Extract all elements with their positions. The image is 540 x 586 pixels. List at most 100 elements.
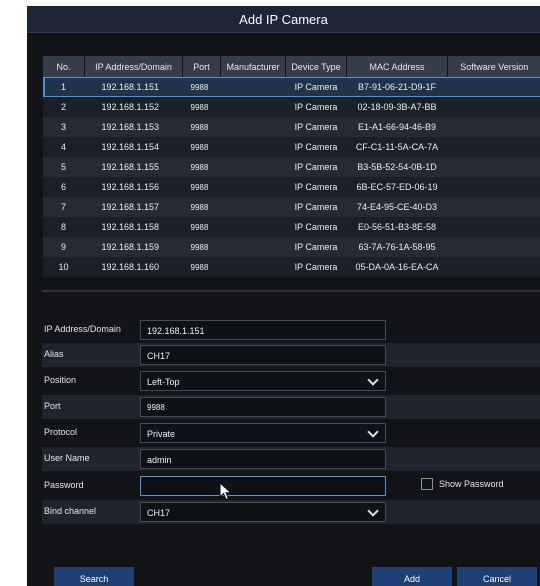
cell-manufacturer [220, 137, 286, 157]
show-password-label[interactable]: Show Password [439, 479, 504, 489]
cell-mac: 02-18-09-3B-A7-BB [346, 97, 448, 117]
chevron-down-icon [367, 374, 379, 386]
protocol-value: Private [147, 429, 176, 439]
cell-mac: E1-A1-66-94-46-B9 [346, 117, 448, 137]
cell-port: 9988 [182, 257, 221, 277]
cell-no: 3 [42, 117, 85, 137]
cell-manufacturer [220, 117, 286, 137]
password-label: Password [44, 480, 84, 490]
protocol-label: Protocol [44, 427, 78, 437]
cell-mac: 74-E4-95-CE-40-D3 [346, 197, 448, 217]
table-header-row: No. IP Address/Domain Port Manufacturer … [42, 56, 540, 77]
alias-row: Alias CH17 [42, 343, 540, 367]
cancel-button[interactable]: Cancel [457, 567, 537, 586]
cell-ip: 192.168.1.157 [84, 197, 183, 217]
col-header-port[interactable]: Port [182, 56, 221, 77]
cell-no: 9 [42, 237, 85, 257]
chevron-down-icon [367, 505, 379, 517]
cell-device-type: IP Camera [285, 217, 347, 237]
username-value: admin [147, 455, 172, 465]
col-header-ip[interactable]: IP Address/Domain [84, 56, 183, 77]
port-row: Port 9988 [42, 395, 540, 419]
camera-table: No. IP Address/Domain Port Manufacturer … [42, 56, 540, 277]
username-field[interactable]: admin [140, 449, 386, 469]
position-value: Left-Top [147, 377, 180, 387]
cell-software-version [447, 237, 540, 257]
mouse-cursor-icon [219, 482, 233, 501]
cell-software-version [447, 97, 540, 117]
ip-address-label: IP Address/Domain [44, 324, 121, 334]
cell-ip: 192.168.1.160 [84, 257, 183, 277]
col-header-no[interactable]: No. [42, 56, 85, 77]
cell-port: 9988 [182, 177, 221, 197]
cell-device-type: IP Camera [285, 237, 347, 257]
table-row[interactable]: 4 192.168.1.154 9988 IP Camera CF-C1-11-5A-C… [42, 137, 540, 157]
table-row[interactable]: 9 192.168.1.159 9988 IP Camera 63-7A-76-1A-5… [42, 237, 540, 257]
cell-device-type: IP Camera [285, 137, 347, 157]
cell-software-version [447, 177, 540, 197]
table-row[interactable]: 3 192.168.1.153 9988 IP Camera E1-A1-66-94-4… [42, 117, 540, 137]
cell-manufacturer [220, 97, 286, 117]
table-row[interactable]: 1 192.168.1.151 9988 IP Camera B7-91-06-21-D… [42, 77, 540, 97]
cell-ip: 192.168.1.155 [84, 157, 183, 177]
title-bar: Add IP Camera [27, 6, 540, 33]
col-header-software-version[interactable]: Software Version [447, 56, 540, 77]
table-row[interactable]: 2 192.168.1.152 9988 IP Camera 02-18-09-3B-A… [42, 97, 540, 117]
username-row: User Name admin [42, 447, 540, 471]
table-row[interactable]: 6 192.168.1.156 9988 IP Camera 6B-EC-57-ED-0… [42, 177, 540, 197]
position-label: Position [44, 375, 77, 385]
col-header-manufacturer[interactable]: Manufacturer [220, 56, 286, 77]
cell-mac: CF-C1-11-5A-CA-7A [346, 137, 448, 157]
show-password-checkbox[interactable] [421, 478, 433, 490]
col-header-device-type[interactable]: Device Type [285, 56, 347, 77]
cell-manufacturer [220, 157, 286, 177]
cell-no: 4 [42, 137, 85, 157]
password-field[interactable] [140, 476, 386, 496]
cell-manufacturer [220, 237, 286, 257]
bind-channel-select[interactable]: CH17 [140, 502, 386, 522]
cell-mac: 05-DA-0A-16-EA-CA [346, 257, 448, 277]
table-row[interactable]: 10 192.168.1.160 9988 IP Camera 05-DA-0A-16-… [42, 257, 540, 277]
bind-channel-label: Bind channel [44, 506, 97, 516]
cell-port: 9988 [182, 77, 221, 97]
cell-ip: 192.168.1.153 [84, 117, 183, 137]
cell-no: 6 [42, 177, 85, 197]
bind-channel-value: CH17 [147, 508, 171, 518]
cell-no: 10 [42, 257, 85, 277]
add-ip-camera-dialog: Add IP Camera No. IP Address/Domain Port… [27, 6, 540, 586]
cell-manufacturer [220, 217, 286, 237]
ip-address-field[interactable]: 192.168.1.151 [140, 320, 386, 340]
table-row[interactable]: 5 192.168.1.155 9988 IP Camera B3-5B-52-54-0… [42, 157, 540, 177]
cell-device-type: IP Camera [285, 197, 347, 217]
protocol-select[interactable]: Private [140, 423, 386, 443]
table-row[interactable]: 7 192.168.1.157 9988 IP Camera 74-E4-95-CE-4… [42, 197, 540, 217]
cell-port: 9988 [182, 97, 221, 117]
port-field[interactable]: 9988 [140, 397, 386, 417]
position-select[interactable]: Left-Top [140, 371, 386, 391]
cell-port: 9988 [182, 217, 221, 237]
cell-mac: 63-7A-76-1A-58-95 [346, 237, 448, 257]
cell-mac: E0-56-51-B3-8E-58 [346, 217, 448, 237]
alias-value: CH17 [147, 351, 171, 361]
cell-software-version [447, 257, 540, 277]
cell-device-type: IP Camera [285, 257, 347, 277]
cell-port: 9988 [182, 117, 221, 137]
cell-no: 2 [42, 97, 85, 117]
cell-mac: B7-91-06-21-D9-1F [346, 77, 448, 97]
cell-no: 7 [42, 197, 85, 217]
cell-software-version [447, 217, 540, 237]
dialog-title: Add IP Camera [239, 12, 328, 27]
chevron-down-icon [367, 426, 379, 438]
cell-port: 9988 [182, 157, 221, 177]
cell-software-version [447, 157, 540, 177]
ip-address-row: IP Address/Domain 192.168.1.151 [42, 318, 540, 342]
cell-software-version [447, 77, 540, 97]
cell-ip: 192.168.1.154 [84, 137, 183, 157]
table-row[interactable]: 8 192.168.1.158 9988 IP Camera E0-56-51-B3-8… [42, 217, 540, 237]
cell-ip: 192.168.1.151 [84, 77, 183, 97]
search-button[interactable]: Search [54, 567, 134, 586]
col-header-mac[interactable]: MAC Address [346, 56, 448, 77]
alias-field[interactable]: CH17 [140, 345, 386, 365]
add-button[interactable]: Add [372, 567, 452, 586]
table-divider [42, 290, 540, 292]
